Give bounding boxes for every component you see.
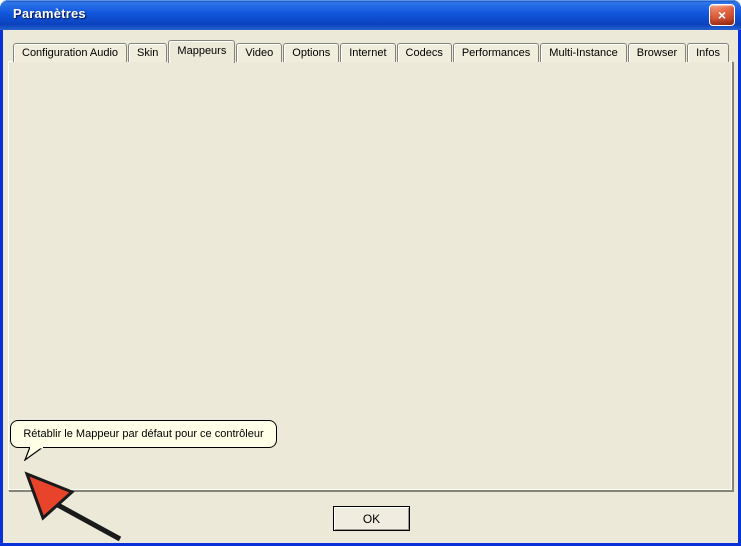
tab-configuration-audio[interactable]: Configuration Audio	[13, 43, 127, 62]
tab-mappeurs[interactable]: Mappeurs	[168, 40, 235, 63]
reset-mapper-tooltip: Rétablir le Mappeur par défaut pour ce c…	[10, 420, 277, 448]
tab-skin[interactable]: Skin	[128, 43, 167, 62]
close-button[interactable]: ×	[709, 4, 735, 26]
tab-infos[interactable]: Infos	[687, 43, 729, 62]
ok-button[interactable]: OK	[333, 506, 410, 531]
settings-window: Paramètres × Configuration AudioSkinMapp…	[0, 0, 741, 546]
tab-options[interactable]: Options	[283, 43, 339, 62]
tab-browser[interactable]: Browser	[628, 43, 686, 62]
tab-codecs[interactable]: Codecs	[397, 43, 452, 62]
title-bar[interactable]: Paramètres ×	[0, 0, 741, 30]
window-title: Paramètres	[13, 6, 86, 21]
close-icon: ×	[718, 7, 726, 23]
tab-video[interactable]: Video	[236, 43, 282, 62]
tab-multi-instance[interactable]: Multi-Instance	[540, 43, 626, 62]
tooltip-tail	[24, 447, 44, 461]
tab-bar: Configuration AudioSkinMappeursVideoOpti…	[13, 40, 730, 62]
tab-performances[interactable]: Performances	[453, 43, 539, 62]
tab-internet[interactable]: Internet	[340, 43, 395, 62]
